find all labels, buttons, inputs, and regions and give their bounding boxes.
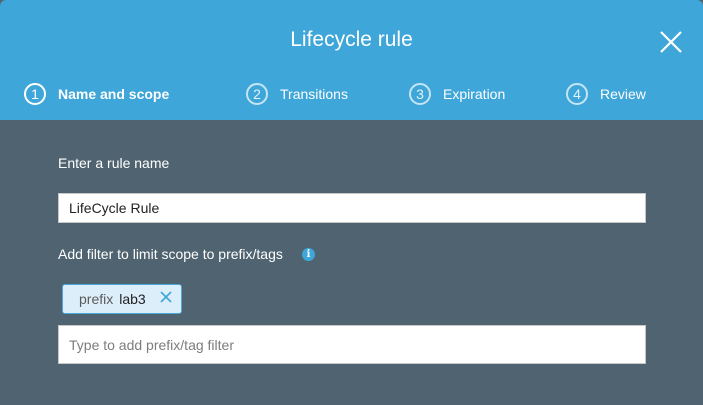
step-name-and-scope[interactable]: 1 Name and scope bbox=[24, 80, 169, 108]
wizard-steps: 1 Name and scope 2 Transitions 3 Expirat… bbox=[0, 80, 703, 110]
dialog-header: Lifecycle rule 1 Name and scope 2 Transi… bbox=[0, 0, 703, 120]
filter-chip: prefix lab3 bbox=[62, 284, 182, 314]
lifecycle-rule-dialog: Lifecycle rule 1 Name and scope 2 Transi… bbox=[0, 0, 703, 405]
dialog-title: Lifecycle rule bbox=[290, 28, 413, 51]
close-icon bbox=[160, 291, 172, 303]
rule-name-input[interactable] bbox=[58, 193, 646, 223]
filter-label: Add filter to limit scope to prefix/tags bbox=[58, 246, 283, 262]
step-review[interactable]: 4 Review bbox=[566, 80, 646, 108]
filter-chip-value: lab3 bbox=[119, 291, 146, 307]
step-expiration[interactable]: 3 Expiration bbox=[409, 80, 505, 108]
filter-chip-key: prefix bbox=[79, 291, 114, 307]
info-icon[interactable]: i bbox=[302, 248, 315, 261]
step-label: Expiration bbox=[443, 86, 506, 102]
close-button[interactable] bbox=[659, 30, 683, 54]
step-label: Transitions bbox=[280, 86, 348, 102]
filter-input[interactable] bbox=[58, 325, 646, 364]
step-number: 2 bbox=[246, 83, 268, 105]
remove-filter-button[interactable] bbox=[159, 290, 173, 304]
step-number: 1 bbox=[24, 83, 46, 105]
rule-name-label: Enter a rule name bbox=[58, 155, 170, 171]
step-label: Review bbox=[600, 86, 646, 102]
step-transitions[interactable]: 2 Transitions bbox=[246, 80, 348, 108]
step-number: 4 bbox=[566, 83, 588, 105]
step-label: Name and scope bbox=[58, 86, 170, 102]
close-icon bbox=[660, 31, 682, 53]
step-number: 3 bbox=[409, 83, 431, 105]
